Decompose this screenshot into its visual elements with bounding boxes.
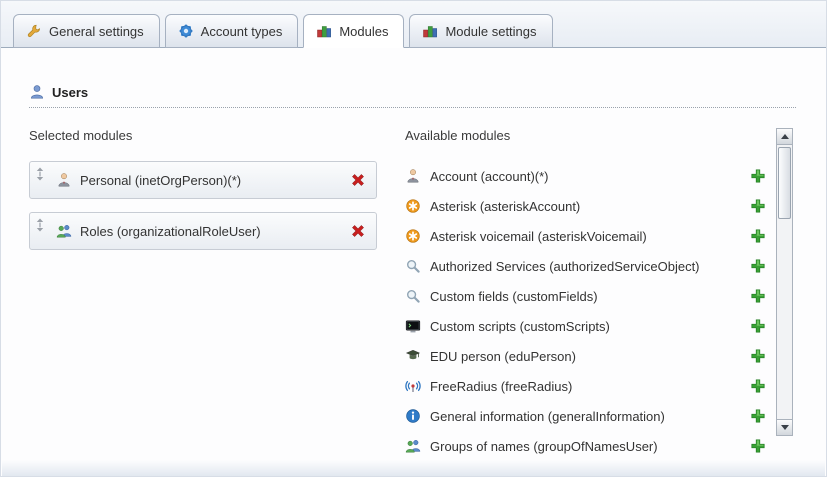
add-module-button[interactable]: [750, 258, 766, 274]
remove-module-button[interactable]: [350, 223, 366, 239]
tab-modules[interactable]: Modules: [303, 14, 404, 48]
add-module-button[interactable]: [750, 318, 766, 334]
green-plus-icon: [750, 168, 766, 184]
available-module-label: Custom fields (customFields): [430, 289, 598, 304]
add-module-button[interactable]: [750, 198, 766, 214]
magnifier-icon: [405, 258, 421, 274]
available-module-label: General information (generalInformation): [430, 409, 665, 424]
available-modules-heading: Available modules: [405, 128, 776, 143]
wrench-icon: [26, 23, 42, 39]
user-icon: [29, 84, 45, 100]
bottom-fade: [2, 460, 825, 476]
scrollbar-thumb[interactable]: [778, 147, 791, 219]
selected-module-row[interactable]: Personal (inetOrgPerson)(*): [29, 161, 377, 199]
asterisk-icon: [405, 198, 421, 214]
drag-handle-icon[interactable]: [35, 218, 45, 232]
asterisk-icon: [405, 228, 421, 244]
available-module-row: FreeRadius (freeRadius): [405, 371, 776, 401]
modules-icon: [316, 23, 332, 39]
tab-label: General settings: [49, 24, 144, 39]
available-module-row: Groups of names (groupOfNamesUser): [405, 431, 776, 461]
add-module-button[interactable]: [750, 168, 766, 184]
available-module-label: Asterisk (asteriskAccount): [430, 199, 580, 214]
selected-modules-heading: Selected modules: [29, 128, 377, 143]
green-plus-icon: [750, 378, 766, 394]
section-heading: Users: [29, 84, 826, 100]
available-module-label: FreeRadius (freeRadius): [430, 379, 572, 394]
remove-module-button[interactable]: [350, 172, 366, 188]
arrow-up-icon: [781, 134, 789, 139]
available-module-row: Custom scripts (customScripts): [405, 311, 776, 341]
tab-account-types[interactable]: Account types: [165, 14, 299, 48]
modules-icon: [422, 23, 438, 39]
selected-modules-column: Selected modules Personal (inetOrgPerson…: [29, 128, 377, 461]
available-modules-list: Available modules Account (account)(*) A…: [405, 128, 776, 461]
available-module-label: Custom scripts (customScripts): [430, 319, 610, 334]
info-icon: [405, 408, 421, 424]
green-plus-icon: [750, 348, 766, 364]
red-x-icon: [350, 172, 366, 188]
section-title: Users: [52, 85, 88, 100]
available-module-row: Asterisk (asteriskAccount): [405, 191, 776, 221]
available-module-row: Authorized Services (authorizedServiceOb…: [405, 251, 776, 281]
arrow-down-icon: [781, 425, 789, 430]
available-module-row: EDU person (eduPerson): [405, 341, 776, 371]
available-module-label: Account (account)(*): [430, 169, 549, 184]
section-divider: [29, 107, 796, 108]
lam-configuration-page: General settings Account types Modules M…: [0, 0, 827, 477]
add-module-button[interactable]: [750, 408, 766, 424]
available-module-label: Groups of names (groupOfNamesUser): [430, 439, 658, 454]
person-icon: [405, 168, 421, 184]
tab-label: Account types: [201, 24, 283, 39]
available-module-row: Asterisk voicemail (asteriskVoicemail): [405, 221, 776, 251]
graduation-icon: [405, 348, 421, 364]
group-icon: [405, 438, 421, 454]
antenna-icon: [405, 378, 421, 394]
scrollbar[interactable]: [776, 128, 793, 436]
add-module-button[interactable]: [750, 378, 766, 394]
green-plus-icon: [750, 408, 766, 424]
available-module-label: EDU person (eduPerson): [430, 349, 576, 364]
selected-module-label: Roles (organizationalRoleUser): [80, 224, 261, 239]
drag-handle-icon[interactable]: [35, 167, 45, 181]
available-module-label: Authorized Services (authorizedServiceOb…: [430, 259, 700, 274]
available-modules-column: Available modules Account (account)(*) A…: [405, 128, 793, 461]
person-icon: [56, 172, 72, 188]
terminal-icon: [405, 318, 421, 334]
green-plus-icon: [750, 198, 766, 214]
add-module-button[interactable]: [750, 228, 766, 244]
tab-label: Modules: [339, 24, 388, 39]
add-module-button[interactable]: [750, 288, 766, 304]
tab-general-settings[interactable]: General settings: [13, 14, 160, 48]
green-plus-icon: [750, 228, 766, 244]
available-module-label: Asterisk voicemail (asteriskVoicemail): [430, 229, 647, 244]
magnifier-icon: [405, 288, 421, 304]
module-columns: Selected modules Personal (inetOrgPerson…: [29, 128, 826, 461]
available-module-row: Account (account)(*): [405, 161, 776, 191]
selected-module-row[interactable]: Roles (organizationalRoleUser): [29, 212, 377, 250]
available-module-row: Custom fields (customFields): [405, 281, 776, 311]
selected-module-label: Personal (inetOrgPerson)(*): [80, 173, 241, 188]
green-plus-icon: [750, 258, 766, 274]
tab-module-settings[interactable]: Module settings: [409, 14, 552, 48]
green-plus-icon: [750, 438, 766, 454]
red-x-icon: [350, 223, 366, 239]
tab-label: Module settings: [445, 24, 536, 39]
group-icon: [56, 223, 72, 239]
green-plus-icon: [750, 318, 766, 334]
add-module-button[interactable]: [750, 348, 766, 364]
scrollbar-track[interactable]: [777, 145, 792, 419]
scroll-up-button[interactable]: [777, 129, 792, 145]
tab-bar: General settings Account types Modules M…: [1, 1, 826, 48]
badge-icon: [178, 23, 194, 39]
modules-tab-content: Users Selected modules Personal (inetOrg…: [1, 84, 826, 461]
green-plus-icon: [750, 288, 766, 304]
available-module-row: General information (generalInformation): [405, 401, 776, 431]
scroll-down-button[interactable]: [777, 419, 792, 435]
add-module-button[interactable]: [750, 438, 766, 454]
